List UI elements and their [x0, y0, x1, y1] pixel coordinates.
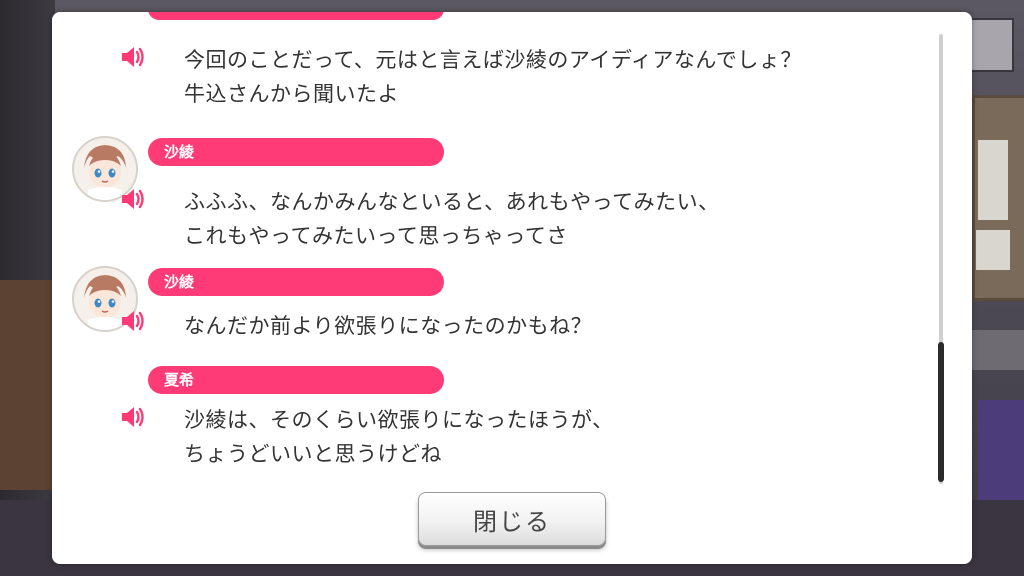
background-shelf — [0, 280, 55, 490]
name-tag: 沙綾 — [148, 138, 444, 166]
name-tag — [148, 12, 444, 20]
backlog-scroll-area[interactable]: 今回のことだって、元はと言えば沙綾のアイディアなんでしょ？ 牛込さんから聞いたよ — [52, 12, 952, 492]
name-tag: 沙綾 — [148, 268, 444, 296]
name-tag: 夏希 — [148, 366, 444, 394]
dialogue-line: ふふふ、なんかみんなといると、あれもやってみたい、 — [184, 190, 720, 214]
speaker-icon[interactable] — [120, 44, 146, 70]
speaker-icon[interactable] — [120, 186, 146, 212]
dialogue-line: 沙綾は、そのくらい欲張りになったほうが、 — [184, 408, 614, 432]
dialogue-line: 牛込さんから聞いたよ — [184, 82, 399, 106]
close-button[interactable]: 閉じる — [418, 492, 606, 546]
dialogue-line: ちょうどいいと思うけどね — [184, 442, 442, 466]
background-paper — [976, 230, 1010, 270]
backlog-panel: 今回のことだって、元はと言えば沙綾のアイディアなんでしょ？ 牛込さんから聞いたよ — [52, 12, 972, 564]
background-paper — [978, 140, 1008, 220]
speaker-icon[interactable] — [120, 308, 146, 334]
dialogue-line: これもやってみたいって思っちゃってさ — [184, 224, 568, 248]
speaker-icon[interactable] — [120, 404, 146, 430]
scrollbar-thumb[interactable] — [938, 342, 944, 482]
dialogue-line: なんだか前より欲張りになったのかもね？ — [184, 314, 593, 338]
dialogue-line: 今回のことだって、元はと言えば沙綾のアイディアなんでしょ？ — [184, 48, 802, 72]
background-chair — [978, 400, 1024, 500]
